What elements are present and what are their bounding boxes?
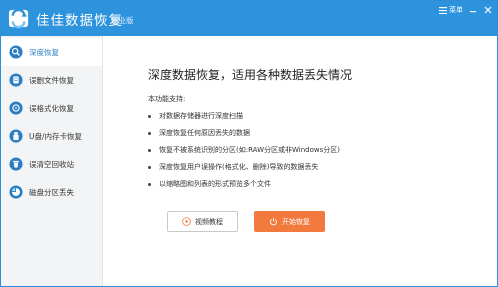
sidebar: 深度恢复 误删文件恢复 误格式化恢复 U盘/内存卡恢复 误清空回收站 磁盘分区丢…: [1, 36, 103, 286]
file-icon: [9, 73, 23, 87]
sidebar-item-label: 深度恢复: [29, 47, 59, 57]
bullet-icon: [148, 149, 151, 152]
sidebar-item-usb-recovery[interactable]: U盘/内存卡恢复: [1, 122, 102, 150]
app-title: 佳佳数据恢复: [36, 13, 123, 29]
main-content: 深度数据恢复，适用各种数据丢失情况 本功能支持: 对数据存储器进行深度扫描 深度…: [103, 36, 497, 286]
recycle-bin-icon: [9, 157, 23, 171]
format-disk-icon: [9, 101, 23, 115]
sidebar-item-label: 磁盘分区丢失: [29, 187, 74, 197]
bullet-icon: [148, 115, 151, 118]
bullet-icon: [148, 166, 151, 169]
play-icon: [182, 217, 191, 226]
feature-item: 深度恢复用户误操作(格式化、删除)导致的数据丢失: [159, 163, 319, 171]
feature-item: 恢复不被系统识别的分区(如:RAW分区或非Windows分区): [159, 146, 340, 154]
close-icon: [484, 6, 492, 14]
sidebar-item-recycle-bin[interactable]: 误清空回收站: [1, 150, 102, 178]
app-logo-icon: [8, 8, 29, 29]
start-recovery-label: 开始恢复: [282, 217, 310, 226]
usb-icon: [9, 129, 23, 143]
sidebar-item-deep-recovery[interactable]: 深度恢复: [1, 38, 102, 66]
sidebar-item-label: U盘/内存卡恢复: [29, 131, 83, 141]
title-bar: 佳佳数据恢复 专业版 菜单: [1, 1, 497, 36]
edition-label: 专业版: [111, 16, 134, 25]
features-title: 本功能支持:: [148, 95, 186, 103]
feature-item: 以缩略图和列表的形式预览多个文件: [159, 180, 271, 188]
app-window: 佳佳数据恢复 专业版 菜单 深度恢复 误删文件恢复 误格式化恢复 U盘/内存卡恢…: [0, 0, 498, 287]
sidebar-item-format-recovery[interactable]: 误格式化恢复: [1, 94, 102, 122]
close-button[interactable]: [483, 5, 493, 15]
menu-label: 菜单: [449, 6, 463, 14]
minimize-button[interactable]: [468, 5, 478, 15]
power-icon: [270, 217, 277, 226]
start-recovery-button[interactable]: 开始恢复: [254, 211, 325, 232]
video-tutorial-button[interactable]: 视频教程: [167, 211, 238, 232]
bullet-icon: [148, 132, 151, 135]
feature-item: 深度恢复任何原因丢失的数据: [159, 129, 250, 137]
sidebar-item-partition-lost[interactable]: 磁盘分区丢失: [1, 178, 102, 206]
menu-button[interactable]: 菜单: [439, 5, 463, 15]
sidebar-item-label: 误删文件恢复: [29, 75, 74, 85]
sidebar-item-deleted-files[interactable]: 误删文件恢复: [1, 66, 102, 94]
menu-icon: [439, 6, 447, 14]
bullet-icon: [148, 183, 151, 186]
search-disk-icon: [9, 45, 23, 59]
partition-icon: [9, 185, 23, 199]
video-tutorial-label: 视频教程: [195, 217, 223, 226]
page-title: 深度数据恢复，适用各种数据丢失情况: [148, 68, 353, 82]
feature-item: 对数据存储器进行深度扫描: [159, 112, 243, 120]
sidebar-item-label: 误清空回收站: [29, 159, 74, 169]
window-controls: 菜单: [439, 4, 493, 16]
sidebar-item-label: 误格式化恢复: [29, 103, 74, 113]
minimize-icon: [470, 11, 476, 13]
